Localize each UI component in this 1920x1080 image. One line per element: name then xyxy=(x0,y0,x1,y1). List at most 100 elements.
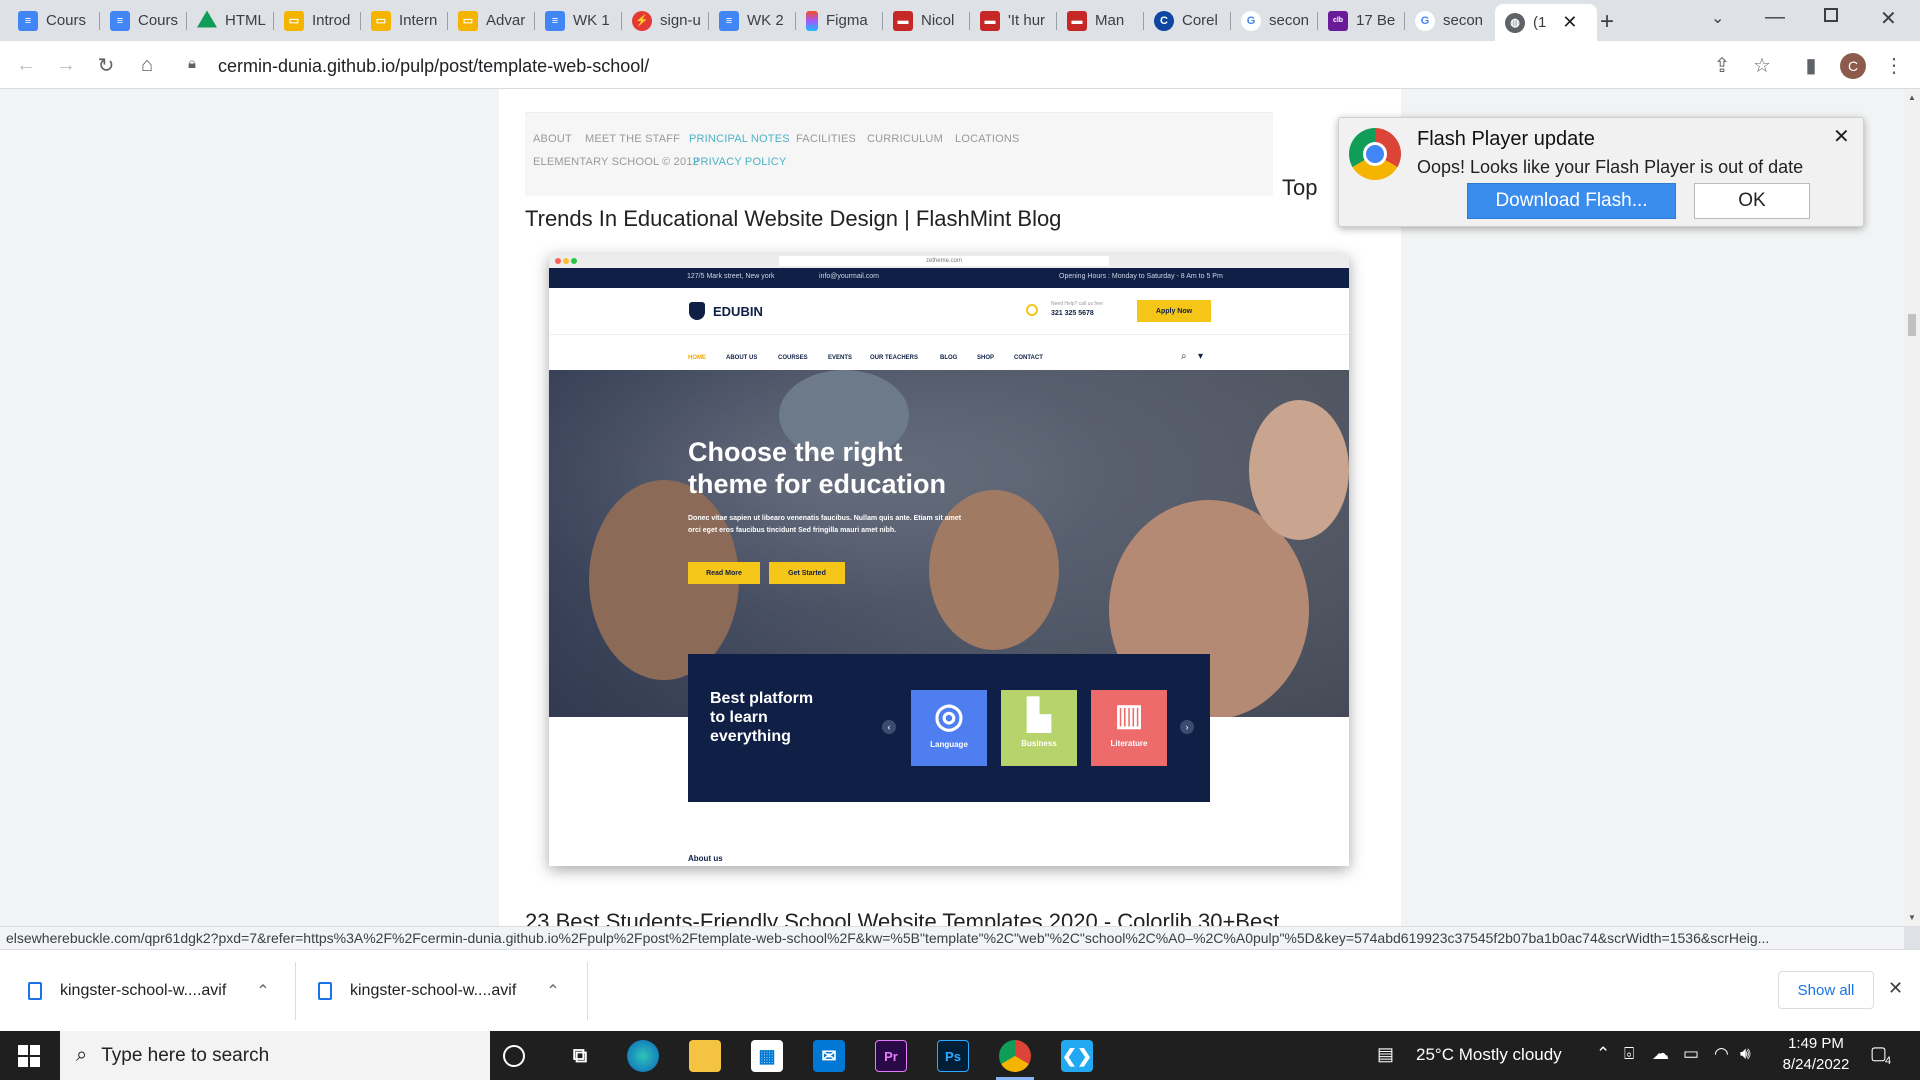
new-tab-icon[interactable]: + xyxy=(1600,8,1614,36)
category-business[interactable]: ▙ Business xyxy=(1001,690,1077,766)
tab-5[interactable]: ▭ Advar xyxy=(448,6,535,35)
get-started-button[interactable]: Get Started xyxy=(769,562,845,584)
profile-avatar[interactable]: C xyxy=(1840,53,1866,79)
template-nav-about[interactable]: ABOUT US xyxy=(726,355,757,361)
menu-icon[interactable]: ⋮ xyxy=(1880,51,1908,79)
wifi-icon[interactable]: ◠ xyxy=(1714,1044,1729,1064)
tab-11[interactable]: ▬ 'It hur xyxy=(970,6,1057,35)
tab-3[interactable]: ▭ Introd xyxy=(274,6,361,35)
carousel-next-icon[interactable]: › xyxy=(1180,720,1194,734)
slides-icon: ▭ xyxy=(458,10,478,31)
bookmark-star-icon[interactable]: ☆ xyxy=(1748,51,1776,79)
download-flash-button[interactable]: Download Flash... xyxy=(1467,183,1676,219)
weather-icon[interactable]: ▤ xyxy=(1377,1044,1394,1065)
back-icon[interactable]: ← xyxy=(12,51,40,79)
download-item[interactable]: kingster-school-w....avif ⌃ xyxy=(318,950,568,1032)
windows-start-icon[interactable] xyxy=(18,1045,40,1067)
category-language[interactable]: ◎ Language xyxy=(911,690,987,766)
file-explorer-icon[interactable] xyxy=(689,1040,721,1072)
weather-text[interactable]: 25°C Mostly cloudy xyxy=(1416,1045,1562,1065)
tab-15[interactable]: clb 17 Be xyxy=(1318,6,1405,35)
scroll-down-icon[interactable]: ▼ xyxy=(1908,913,1916,922)
tab-0[interactable]: ≡ Cours xyxy=(8,6,100,35)
close-tab-icon[interactable]: ✕ xyxy=(1562,12,1577,33)
colorlib-icon: clb xyxy=(1328,10,1348,31)
reload-icon[interactable]: ↻ xyxy=(92,51,120,79)
scroll-thumb[interactable] xyxy=(1908,314,1916,336)
cortana-icon[interactable] xyxy=(503,1045,525,1067)
onedrive-icon[interactable]: ☁ xyxy=(1652,1044,1669,1064)
clock-time[interactable]: 1:49 PM xyxy=(1786,1035,1846,1052)
article2-title[interactable]: 23 Best Students-Friendly School Website… xyxy=(525,909,1279,926)
battery-icon[interactable]: ▭ xyxy=(1683,1044,1699,1064)
tab-8[interactable]: ≡ WK 2 xyxy=(709,6,796,35)
address-bar[interactable]: 🔒︎ cermin-dunia.github.io/pulp/post/temp… xyxy=(176,47,1719,83)
template-nav-teachers[interactable]: OUR TEACHERS xyxy=(870,355,918,361)
flash-message: Oops! Looks like your Flash Player is ou… xyxy=(1417,157,1804,177)
docs-icon: ≡ xyxy=(110,10,130,31)
template-nav-courses[interactable]: COURSES xyxy=(778,355,808,361)
tab-13[interactable]: C Corel xyxy=(1144,6,1231,35)
tab-14[interactable]: Gsecon xyxy=(1231,6,1318,35)
tab-16[interactable]: Gsecon xyxy=(1405,6,1492,35)
clock-date[interactable]: 8/24/2022 xyxy=(1776,1056,1856,1073)
top-link[interactable]: Top xyxy=(1282,175,1317,201)
template-search-icon[interactable]: ⌕ xyxy=(1181,351,1187,362)
premiere-icon[interactable]: Pr xyxy=(875,1040,907,1072)
tab-7[interactable]: ⚡ sign-u xyxy=(622,6,709,35)
hero-text-line1: Donec vitae sapien ut libearo venenatis … xyxy=(688,515,962,522)
edge-icon[interactable] xyxy=(627,1040,659,1072)
tab-title: secon xyxy=(1443,12,1484,29)
template-nav-blog[interactable]: BLOG xyxy=(940,355,957,361)
page-scrollbar[interactable]: ▲ ▼ xyxy=(1904,89,1920,926)
home-icon[interactable]: ⌂ xyxy=(133,51,161,79)
book-icon: ▥ xyxy=(1114,699,1144,732)
meet-icon[interactable]: ⌻ xyxy=(1624,1044,1634,1064)
read-more-button[interactable]: Read More xyxy=(688,562,760,584)
chevron-up-icon[interactable]: ⌃ xyxy=(1596,1044,1610,1064)
close-shelf-icon[interactable]: ✕ xyxy=(1888,978,1903,999)
tab-title: 17 Be xyxy=(1356,12,1396,29)
chrome-taskbar-icon[interactable] xyxy=(999,1040,1031,1072)
share-icon[interactable]: ⇪ xyxy=(1708,51,1736,79)
show-all-button[interactable]: Show all xyxy=(1778,971,1874,1009)
tab-6[interactable]: ≡ WK 1 xyxy=(535,6,622,35)
template-nav-home[interactable]: HOME xyxy=(688,355,706,361)
tab-search-icon[interactable]: ⌄ xyxy=(1711,8,1724,28)
task-view-icon[interactable]: ⧉ xyxy=(564,1040,596,1072)
tab-1[interactable]: ≡ Cours xyxy=(100,6,187,35)
template-nav-shop[interactable]: SHOP xyxy=(977,355,994,361)
template-nav-contact[interactable]: CONTACT xyxy=(1014,355,1043,361)
mail-icon[interactable]: ✉ xyxy=(813,1040,845,1072)
article-title[interactable]: Trends In Educational Website Design | F… xyxy=(525,206,1061,232)
tab-2[interactable]: HTML xyxy=(187,6,274,35)
tab-10[interactable]: ▬ Nicol xyxy=(883,6,970,35)
taskbar-search-box[interactable]: ⌕ Type here to search xyxy=(60,1031,490,1080)
forward-icon[interactable]: → xyxy=(52,51,80,79)
chevron-up-icon[interactable]: ⌃ xyxy=(256,981,269,1001)
ok-button[interactable]: OK xyxy=(1694,183,1810,219)
scroll-up-icon[interactable]: ▲ xyxy=(1908,93,1916,102)
template-nav-events[interactable]: EVENTS xyxy=(828,355,852,361)
minimize-icon[interactable]: — xyxy=(1765,6,1785,29)
close-window-icon[interactable]: ✕ xyxy=(1880,6,1897,31)
tab-4[interactable]: ▭ Intern xyxy=(361,6,448,35)
about-us-heading: About us xyxy=(688,854,723,863)
side-panel-icon[interactable]: ▮ xyxy=(1797,51,1825,79)
category-literature[interactable]: ▥ Literature xyxy=(1091,690,1167,766)
apply-now-button[interactable]: Apply Now xyxy=(1137,300,1211,322)
volume-icon[interactable]: 🔊︎ xyxy=(1740,1044,1751,1064)
carousel-prev-icon[interactable]: ‹ xyxy=(882,720,896,734)
restore-icon[interactable] xyxy=(1824,8,1838,22)
photoshop-icon[interactable]: Ps xyxy=(937,1040,969,1072)
tab-9[interactable]: Figma xyxy=(796,6,883,35)
download-item[interactable]: kingster-school-w....avif ⌃ xyxy=(28,950,278,1032)
chevron-up-icon[interactable]: ⌃ xyxy=(546,981,559,1001)
close-icon[interactable]: ✕ xyxy=(1833,124,1850,149)
tab-active[interactable]: ◍ (1 ✕ xyxy=(1495,4,1597,41)
tab-12[interactable]: ▬ Man xyxy=(1057,6,1144,35)
vscode-icon[interactable]: ❮❯ xyxy=(1061,1040,1093,1072)
slides-icon: ▭ xyxy=(284,10,304,31)
template-cart-icon[interactable]: ▾ xyxy=(1198,351,1203,362)
store-icon[interactable]: ▦ xyxy=(751,1040,783,1072)
